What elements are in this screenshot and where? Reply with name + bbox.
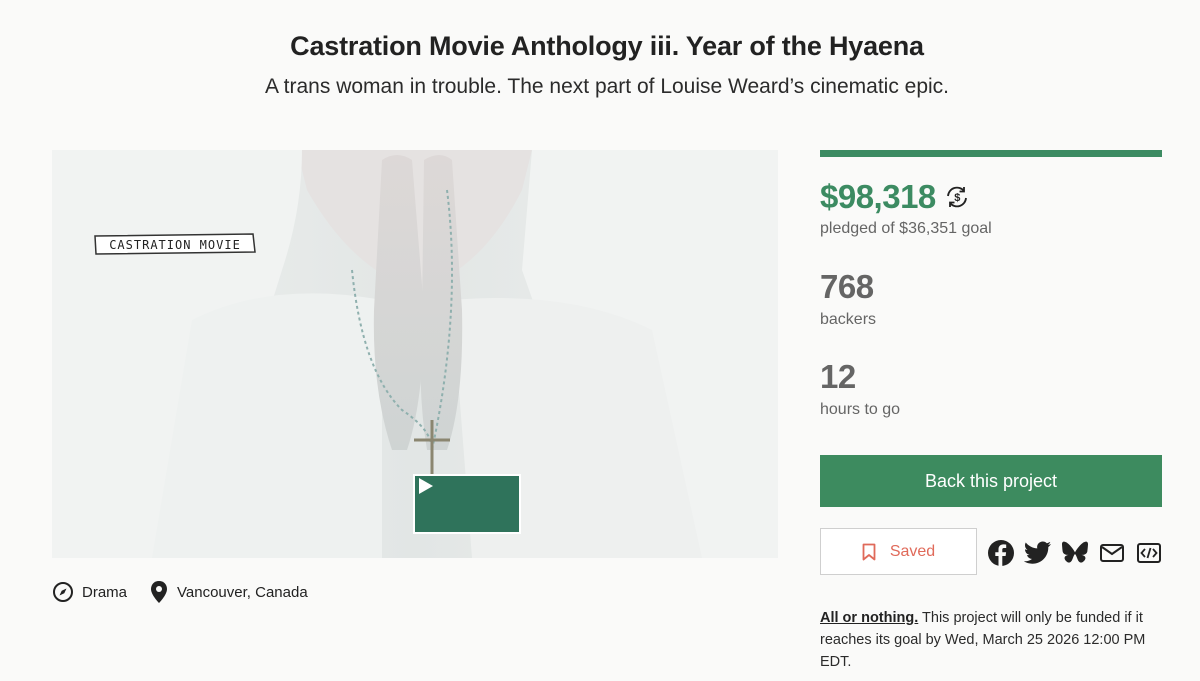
share-icons	[986, 538, 1163, 567]
project-page: Castration Movie Anthology iii. Year of …	[0, 0, 1200, 681]
funding-progress-bar	[820, 150, 1162, 157]
saved-label: Saved	[889, 542, 936, 560]
pledged-amount: $98,318 $	[820, 178, 970, 216]
project-blurb: A trans woman in trouble. The next part …	[264, 75, 950, 98]
facebook-icon[interactable]	[986, 538, 1015, 567]
back-this-project-button[interactable]: Back this project	[820, 455, 1162, 507]
location-label: Vancouver, Canada	[177, 583, 308, 601]
location-link[interactable]: Vancouver, Canada	[149, 580, 308, 604]
castration-movie-logo: CASTRATION MOVIE	[94, 233, 256, 255]
twitter-icon[interactable]	[1023, 538, 1052, 567]
backers-count: 768	[820, 268, 874, 305]
currency-conversion-icon[interactable]: $	[944, 184, 970, 210]
category-label: Drama	[82, 583, 128, 601]
project-video[interactable]	[52, 150, 778, 558]
pledged-goal-label: pledged of $36,351 goal	[820, 220, 992, 237]
play-icon	[419, 478, 433, 494]
funding-note: All or nothing. This project will only b…	[820, 607, 1165, 673]
time-left-label: hours to go	[820, 401, 901, 418]
bluesky-icon[interactable]	[1060, 538, 1089, 567]
time-left-value: 12	[820, 358, 856, 395]
logo-text: CASTRATION MOVIE	[109, 238, 241, 252]
all-or-nothing-link[interactable]: All or nothing.	[820, 610, 918, 626]
pledged-value: $98,318	[820, 178, 936, 215]
bookmark-icon	[862, 543, 876, 560]
category-link[interactable]: Drama	[52, 581, 127, 603]
compass-icon	[53, 582, 73, 602]
backers-label: backers	[820, 311, 877, 328]
location-pin-icon	[151, 581, 168, 603]
saved-button[interactable]: Saved	[820, 528, 977, 575]
embed-icon[interactable]	[1134, 538, 1163, 567]
svg-text:$: $	[954, 192, 960, 204]
play-button[interactable]	[413, 474, 521, 534]
funding-progress-fill	[820, 150, 1162, 157]
project-title: Castration Movie Anthology iii. Year of …	[290, 31, 924, 61]
email-icon[interactable]	[1097, 538, 1126, 567]
project-meta: Drama Vancouver, Canada	[52, 580, 308, 604]
